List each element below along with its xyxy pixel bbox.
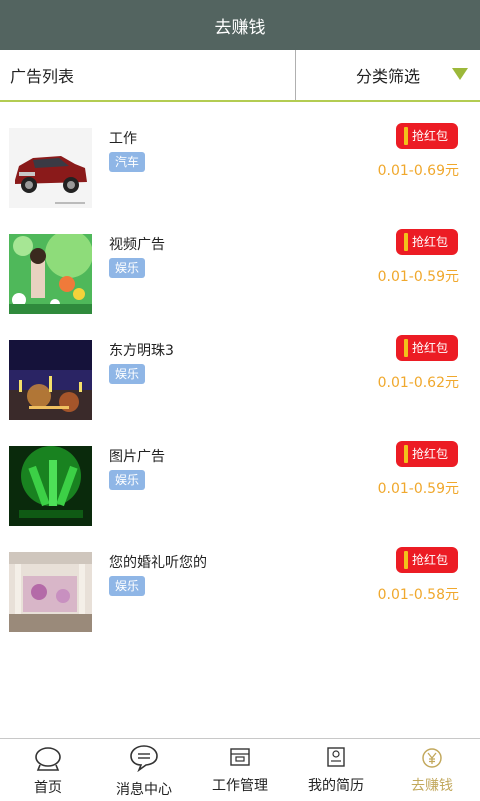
category-filter-button[interactable]: 分类筛选 — [296, 50, 480, 100]
grab-red-packet-button[interactable]: 抢红包 — [396, 229, 458, 255]
chat-icon — [129, 744, 159, 776]
ad-title: 工作 — [109, 131, 137, 147]
grab-red-packet-button[interactable]: 抢红包 — [396, 335, 458, 361]
woman-flowers-photo — [9, 234, 92, 314]
green-bottles-photo — [9, 446, 92, 526]
grab-red-packet-button[interactable]: 抢红包 — [396, 123, 458, 149]
ad-title: 图片广告 — [109, 449, 165, 465]
reward-range: 0.01-0.58元 — [377, 587, 459, 603]
tab-label: 消息中心 — [116, 782, 172, 798]
work-icon — [229, 747, 251, 771]
yen-icon — [421, 747, 443, 773]
ad-item[interactable]: 工作 汽车 抢红包 0.01-0.69元 — [0, 106, 480, 212]
wedding-hall-photo — [9, 552, 92, 632]
category-tag: 娱乐 — [109, 258, 146, 278]
ad-list-label: 广告列表 — [0, 50, 296, 100]
button-label: 抢红包 — [411, 553, 448, 567]
page-title: 去赚钱 — [214, 17, 266, 38]
tab-home[interactable]: 首页 — [0, 739, 96, 801]
tab-earn-money[interactable]: 去赚钱 — [384, 739, 480, 801]
tab-label: 首页 — [34, 780, 62, 796]
red-packet-stripe-icon — [404, 551, 408, 569]
red-packet-stripe-icon — [404, 127, 408, 145]
resume-icon — [326, 747, 346, 771]
ad-title: 东方明珠3 — [109, 343, 174, 359]
button-label: 抢红包 — [411, 341, 448, 355]
category-tag: 汽车 — [109, 152, 146, 172]
dropdown-triangle-icon — [452, 68, 468, 80]
tab-label: 工作管理 — [212, 778, 268, 794]
grab-red-packet-button[interactable]: 抢红包 — [396, 441, 458, 467]
night-city-photo — [9, 340, 92, 420]
reward-range: 0.01-0.62元 — [377, 375, 459, 391]
button-label: 抢红包 — [411, 235, 448, 249]
ad-item[interactable]: 东方明珠3 娱乐 抢红包 0.01-0.62元 — [0, 318, 480, 424]
reward-range: 0.01-0.59元 — [377, 481, 459, 497]
ad-list: 工作 汽车 抢红包 0.01-0.69元 视频广告 娱乐 抢红包 0.01-0.… — [0, 106, 480, 636]
grab-red-packet-button[interactable]: 抢红包 — [396, 547, 458, 573]
button-label: 抢红包 — [411, 447, 448, 461]
button-label: 抢红包 — [411, 129, 448, 143]
home-icon — [34, 745, 62, 775]
reward-range: 0.01-0.69元 — [377, 163, 459, 179]
ad-title: 您的婚礼听您的 — [109, 555, 207, 571]
tab-messages[interactable]: 消息中心 — [96, 739, 192, 801]
tab-label: 去赚钱 — [411, 778, 453, 794]
red-packet-stripe-icon — [404, 233, 408, 251]
filter-bar: 广告列表 分类筛选 — [0, 50, 480, 102]
car-photo — [9, 128, 92, 208]
red-packet-stripe-icon — [404, 445, 408, 463]
tab-resume[interactable]: 我的简历 — [288, 739, 384, 801]
reward-range: 0.01-0.59元 — [377, 269, 459, 285]
ad-item[interactable]: 您的婚礼听您的 娱乐 抢红包 0.01-0.58元 — [0, 530, 480, 636]
category-filter-label: 分类筛选 — [355, 67, 420, 86]
ad-title: 视频广告 — [109, 237, 165, 253]
category-tag: 娱乐 — [109, 470, 146, 490]
title-bar: 去赚钱 — [0, 0, 480, 50]
red-packet-stripe-icon — [404, 339, 408, 357]
tab-work[interactable]: 工作管理 — [192, 739, 288, 801]
ad-item[interactable]: 视频广告 娱乐 抢红包 0.01-0.59元 — [0, 212, 480, 318]
category-tag: 娱乐 — [109, 364, 146, 384]
tab-label: 我的简历 — [308, 778, 364, 794]
bottom-tab-bar: 首页 消息中心 工作管理 我的简历 去赚钱 — [0, 738, 480, 801]
category-tag: 娱乐 — [109, 576, 146, 596]
ad-item[interactable]: 图片广告 娱乐 抢红包 0.01-0.59元 — [0, 424, 480, 530]
